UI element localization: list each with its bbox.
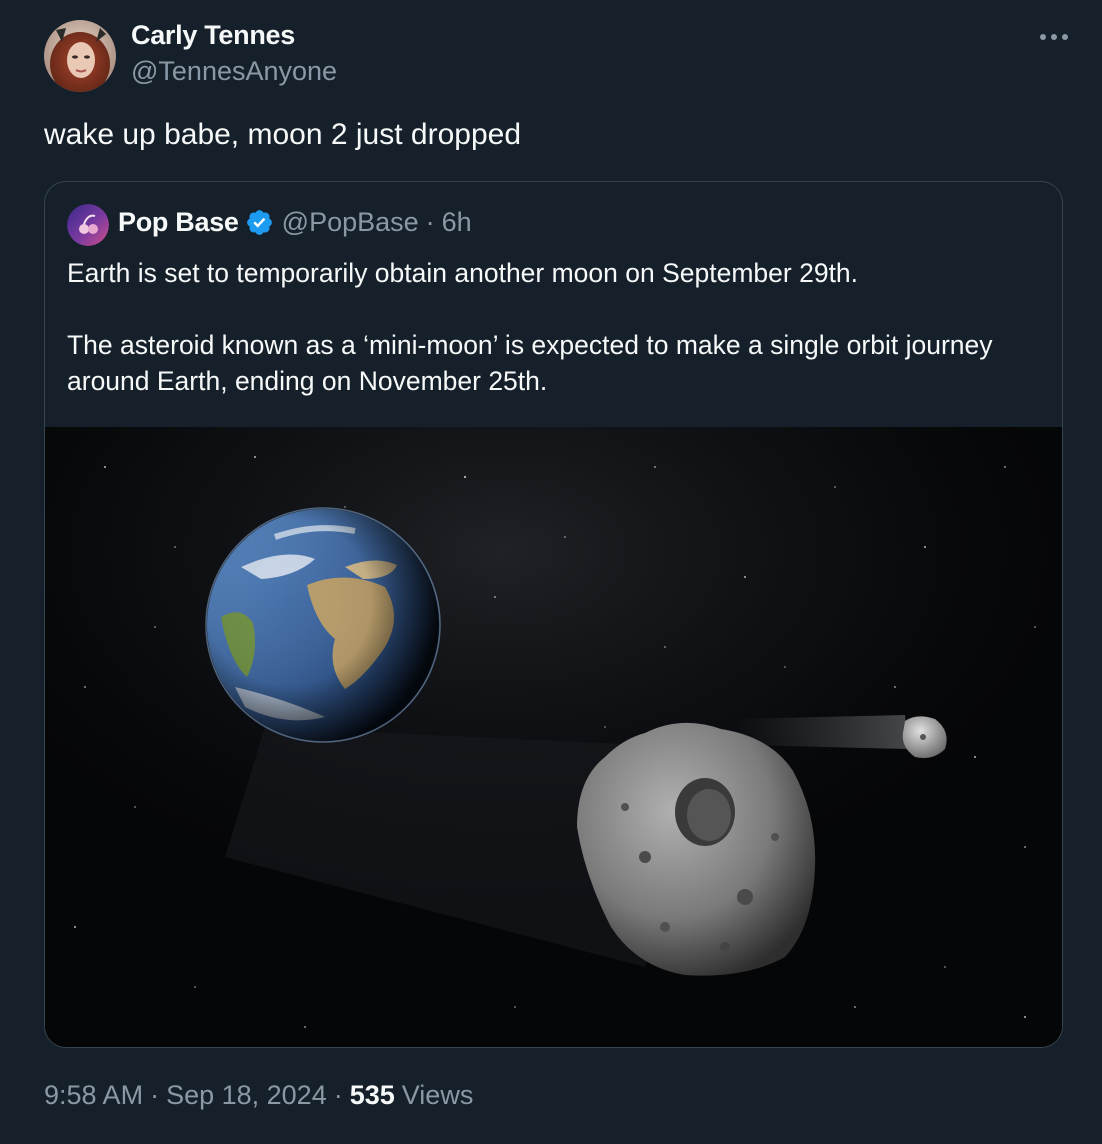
more-options-button[interactable] (1036, 22, 1072, 52)
quoted-tweet-image[interactable] (45, 427, 1062, 1047)
quoted-tweet-text: Earth is set to temporarily obtain anoth… (67, 255, 1052, 399)
views-label[interactable]: Views (402, 1080, 474, 1111)
quoted-author-avatar[interactable] (67, 204, 109, 246)
views-count[interactable]: 535 (350, 1080, 395, 1111)
footer-separator: · (333, 1080, 343, 1110)
author-avatar-image (44, 20, 116, 92)
tweet-date[interactable]: Sep 18, 2024 (166, 1080, 327, 1111)
author-name[interactable]: Carly Tennes (131, 20, 295, 51)
tweet: Carly Tennes @TennesAnyone wake up babe,… (0, 0, 1102, 1144)
quoted-text-paragraph-2: The asteroid known as a ‘mini-moon’ is e… (67, 330, 993, 396)
tweet-footer: 9:58 AM · Sep 18, 2024 · 535 Views (44, 1080, 473, 1111)
tweet-text: wake up babe, moon 2 just dropped (44, 118, 521, 151)
earth-asteroid-illustration (45, 427, 1062, 1047)
quoted-separator: · (425, 207, 435, 237)
author-avatar[interactable] (44, 20, 116, 92)
author-handle[interactable]: @TennesAnyone (131, 56, 337, 87)
verified-badge-icon (246, 210, 272, 235)
quoted-timestamp[interactable]: 6h (442, 207, 472, 238)
tweet-time[interactable]: 9:58 AM (44, 1080, 143, 1111)
quoted-text-paragraph-1: Earth is set to temporarily obtain anoth… (67, 258, 859, 288)
quoted-author-name[interactable]: Pop Base (118, 207, 239, 238)
ellipsis-icon (1040, 34, 1068, 40)
quoted-tweet-header: Pop Base @PopBase · 6h (118, 207, 472, 238)
quoted-tweet-card[interactable]: Pop Base @PopBase · 6h Earth is set to t… (44, 181, 1063, 1048)
earth (205, 507, 441, 743)
footer-separator: · (150, 1080, 160, 1110)
pop-base-logo-icon (67, 204, 109, 246)
quoted-author-handle[interactable]: @PopBase (282, 207, 419, 238)
